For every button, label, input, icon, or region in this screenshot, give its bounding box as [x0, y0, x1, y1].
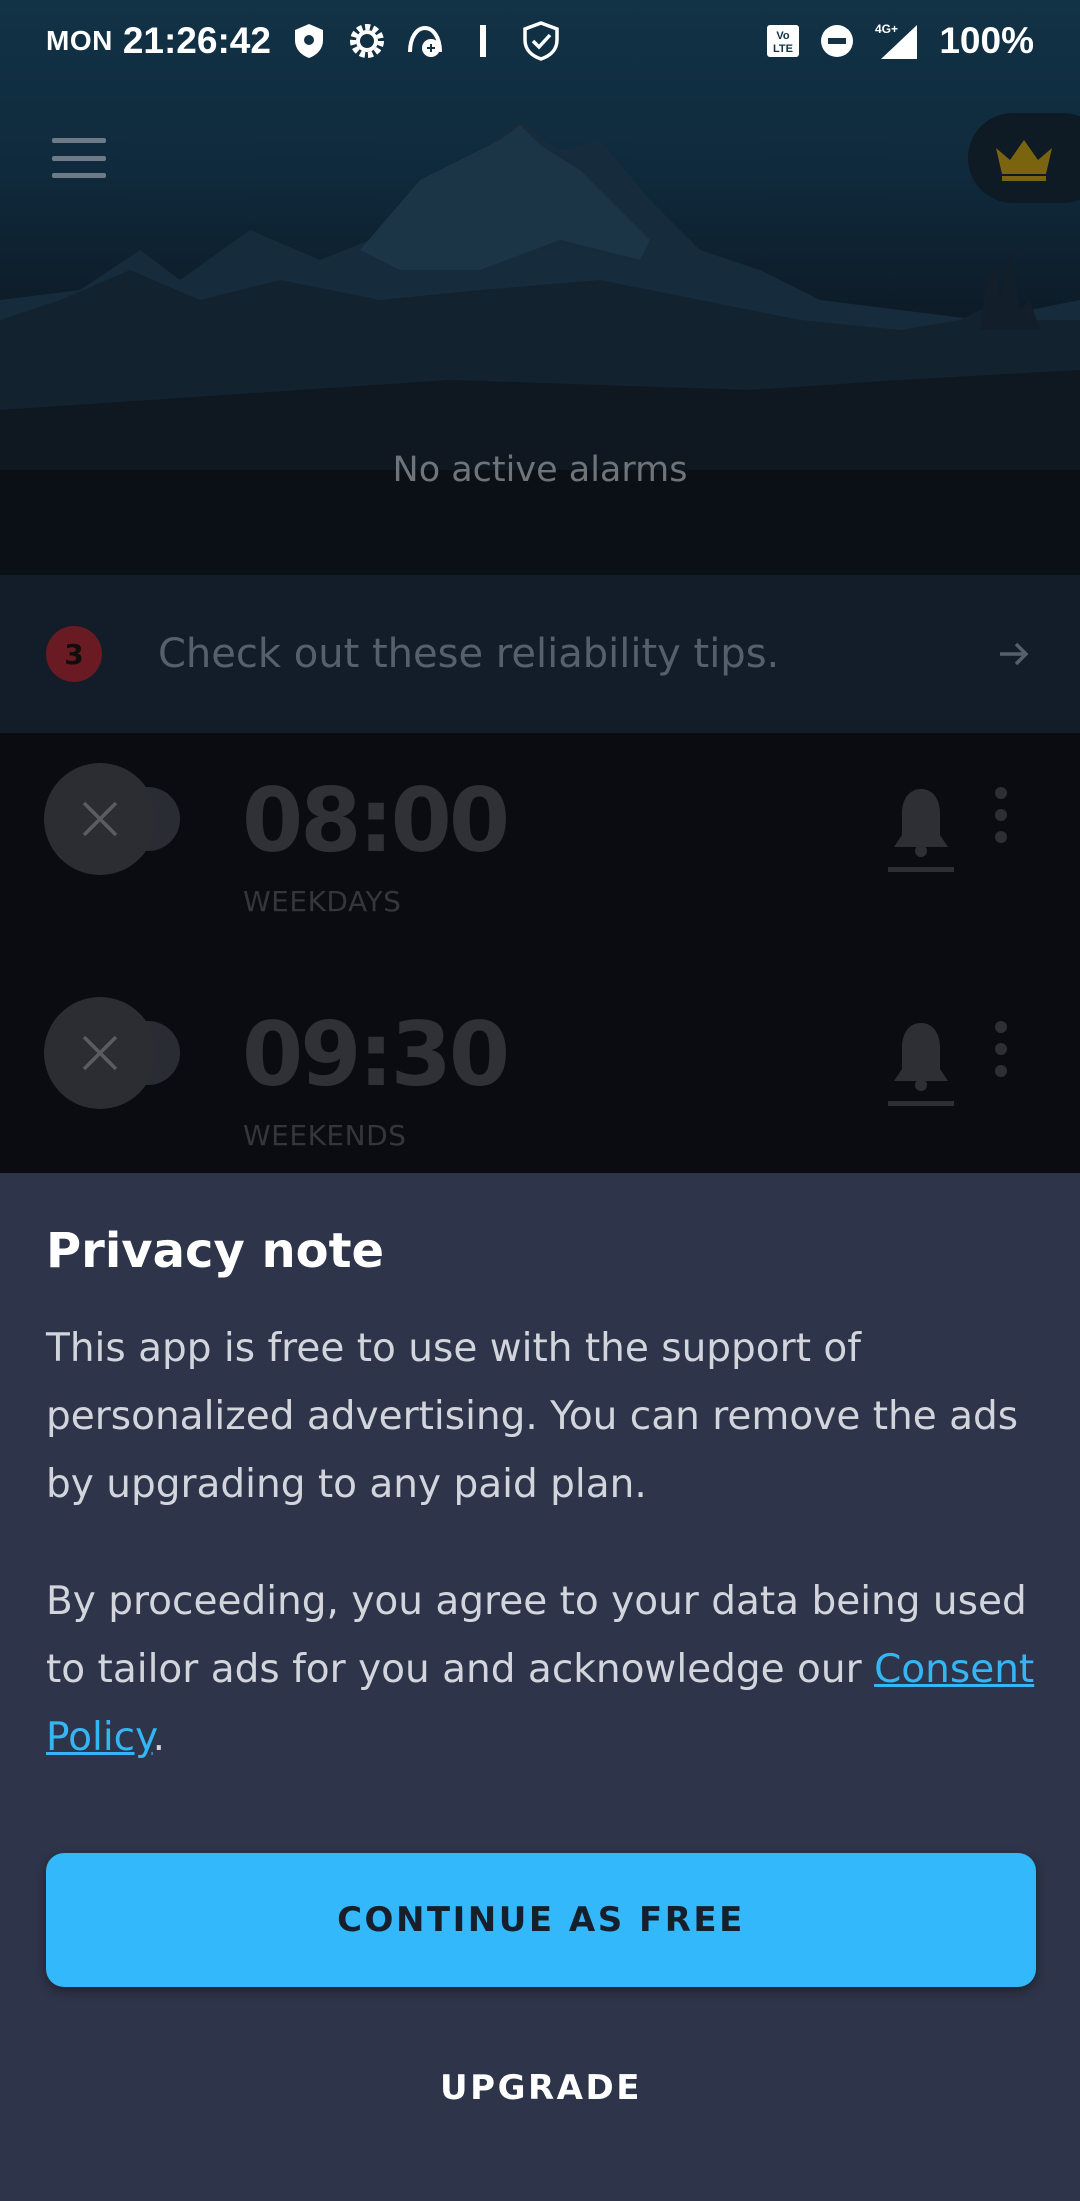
- bell-icon[interactable]: [886, 783, 956, 875]
- privacy-paragraph-1: This app is free to use with the support…: [46, 1326, 1019, 1507]
- alarm-item[interactable]: 09:30 WEEKENDS: [0, 967, 1080, 1201]
- network-label: 4G+: [875, 22, 898, 36]
- upgrade-button[interactable]: UPGRADE: [46, 2033, 1036, 2143]
- svg-text:Vo: Vo: [777, 30, 791, 42]
- screen: MON 21:26:42 Vo LTE 4G+ 100% No active a…: [0, 0, 1080, 2201]
- volte-icon: Vo LTE: [763, 21, 803, 61]
- do-not-disturb-icon: [817, 21, 857, 61]
- continue-as-free-button[interactable]: CONTINUE AS FREE: [46, 1853, 1036, 1987]
- alarm-item[interactable]: 08:00 WEEKDAYS: [0, 733, 1080, 967]
- alarm-toggle[interactable]: [44, 763, 156, 875]
- shield-check-icon: [521, 21, 561, 61]
- status-day: MON: [46, 25, 113, 56]
- privacy-paragraph-2: By proceeding, you agree to your data be…: [46, 1568, 1036, 1772]
- tips-text: Check out these reliability tips.: [158, 631, 780, 677]
- alarm-repeat: WEEKENDS: [243, 1119, 407, 1152]
- status-bar: MON 21:26:42 Vo LTE 4G+ 100%: [0, 0, 1080, 82]
- empty-state-text: No active alarms: [392, 450, 688, 490]
- sheet-title: Privacy note: [46, 1223, 385, 1279]
- svg-text:LTE: LTE: [773, 43, 793, 55]
- close-icon: [82, 1035, 118, 1071]
- privacy-bottom-sheet: Privacy note This app is free to use wit…: [0, 1173, 1080, 2201]
- hamburger-menu-icon[interactable]: [46, 136, 112, 180]
- signal-icon: 4G+: [871, 21, 919, 61]
- more-vertical-icon[interactable]: [988, 785, 1014, 845]
- alarm-list: 08:00 WEEKDAYS 09:30 WEEKENDS: [0, 733, 1080, 1173]
- tips-count-badge: 3: [46, 626, 102, 682]
- arrow-right-icon: [1000, 642, 1029, 666]
- crown-icon: [996, 140, 1052, 181]
- header-banner: MON 21:26:42 Vo LTE 4G+ 100% No active a…: [0, 0, 1080, 575]
- reliability-tips-banner[interactable]: 3 Check out these reliability tips.: [0, 575, 1080, 733]
- alarm-time[interactable]: 08:00: [242, 769, 510, 872]
- sync-icon: [405, 21, 445, 61]
- settings-icon: [347, 21, 387, 61]
- bell-icon[interactable]: [886, 1017, 956, 1109]
- shield-icon: [289, 21, 329, 61]
- status-time: 21:26:42: [122, 20, 271, 61]
- bar-icon: [463, 21, 503, 61]
- privacy-paragraph-2-suffix: .: [152, 1715, 166, 1760]
- alarm-repeat: WEEKDAYS: [243, 885, 402, 918]
- alarm-toggle[interactable]: [44, 997, 156, 1109]
- battery-percent: 100%: [939, 20, 1034, 61]
- more-vertical-icon[interactable]: [988, 1019, 1014, 1079]
- close-icon: [82, 801, 118, 837]
- premium-button[interactable]: [968, 113, 1080, 203]
- alarm-time[interactable]: 09:30: [242, 1003, 510, 1106]
